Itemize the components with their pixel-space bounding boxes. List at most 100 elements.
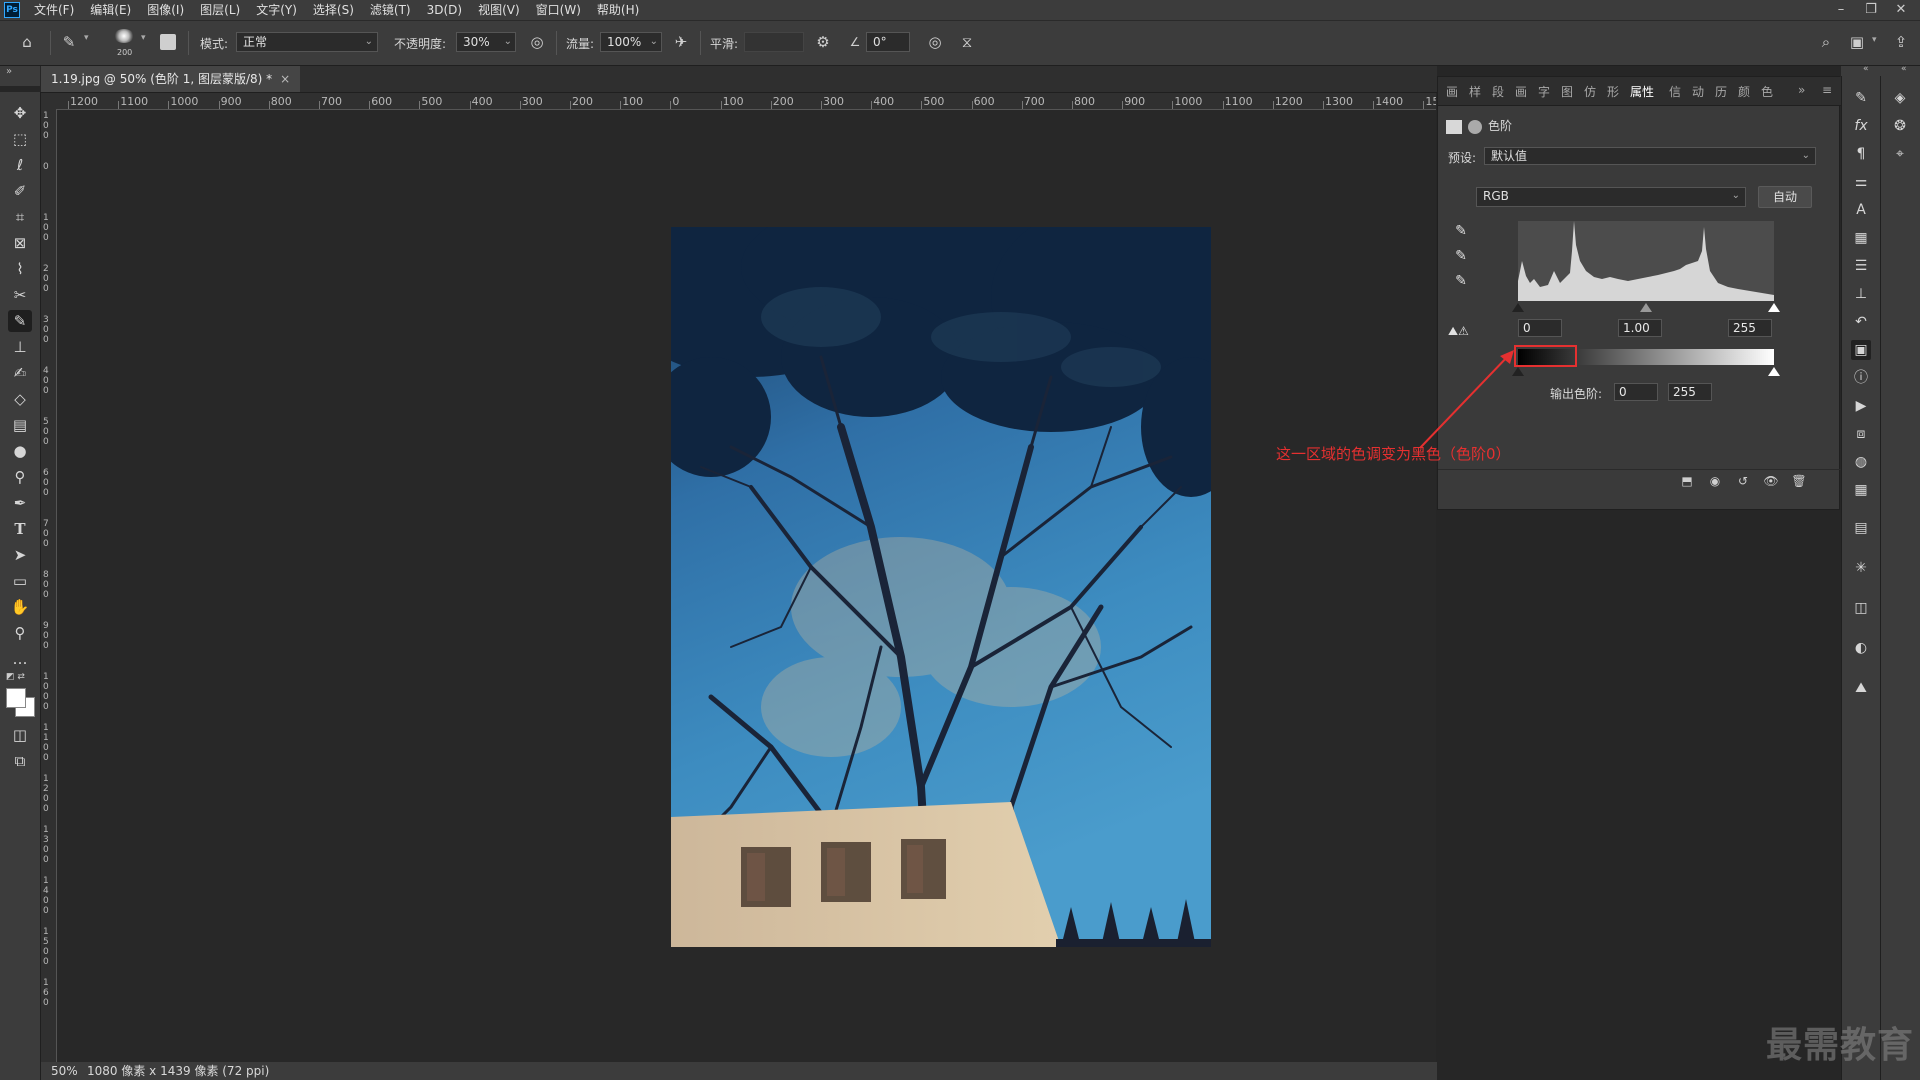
healing-icon[interactable]: ✂	[8, 284, 32, 306]
pen-icon[interactable]: ✒	[8, 492, 32, 514]
hand-icon[interactable]: ✋	[8, 596, 32, 618]
layers-icon[interactable]: ◈	[1890, 88, 1910, 108]
input-black-slider[interactable]	[1512, 303, 1524, 312]
output-black-field[interactable]: 0	[1614, 383, 1658, 401]
stamp-icon[interactable]: ⊥	[8, 336, 32, 358]
panel-menu-icon[interactable]: ≡	[1822, 83, 1832, 97]
clip-to-layer-icon[interactable]: ⬒	[1678, 474, 1696, 490]
tab-history[interactable]: 历	[1715, 83, 1727, 100]
gear-icon[interactable]: ⚙	[812, 31, 834, 53]
search-icon[interactable]: ⌕	[1815, 31, 1837, 53]
share-icon[interactable]: ⇪	[1890, 31, 1912, 53]
glyphs-icon[interactable]: ▦	[1851, 228, 1871, 248]
quick-mask-icon[interactable]: ◫	[8, 724, 32, 746]
minimize-button[interactable]: –	[1826, 0, 1856, 20]
chevron-right-icon[interactable]: »	[1798, 83, 1805, 97]
dropdown-arrow-icon[interactable]: ▾	[1872, 35, 1877, 45]
path-select-icon[interactable]: ➤	[8, 544, 32, 566]
history-brush-icon[interactable]: ✍	[8, 362, 32, 384]
output-white-field[interactable]: 255	[1668, 383, 1712, 401]
lasso-icon[interactable]: ℓ	[8, 154, 32, 176]
ruler-origin[interactable]	[41, 93, 56, 109]
tab-character[interactable]: 字	[1538, 83, 1550, 100]
info-icon[interactable]: ⓘ	[1851, 368, 1871, 388]
adjustments-icon[interactable]: ◐	[1851, 638, 1871, 658]
tab-shapes[interactable]: 形	[1607, 83, 1619, 100]
dodge-icon[interactable]: ⚲	[8, 466, 32, 488]
menu-view[interactable]: 视图(V)	[470, 0, 528, 20]
home-icon[interactable]: ⌂	[16, 31, 38, 53]
input-gamma-slider[interactable]	[1640, 303, 1652, 312]
dropdown-arrow-icon[interactable]: ▾	[84, 33, 89, 43]
workspace-icon[interactable]: ▣	[1846, 31, 1868, 53]
airbrush-icon[interactable]: ✈	[670, 31, 692, 53]
reset-icon[interactable]: ↺	[1734, 474, 1752, 490]
chevron-left-icon[interactable]: «	[1901, 64, 1907, 74]
input-white-slider[interactable]	[1768, 303, 1780, 312]
paragraph-icon[interactable]: ¶	[1851, 144, 1871, 164]
actions-icon[interactable]: ▶	[1851, 396, 1871, 416]
pressure-opacity-icon[interactable]: ◎	[526, 31, 548, 53]
adjust-icon[interactable]: fx	[1851, 116, 1871, 136]
brush-icon[interactable]: ✎	[8, 310, 32, 332]
brush-tool-preset-icon[interactable]: ✎	[58, 31, 80, 53]
eraser-icon[interactable]: ◇	[8, 388, 32, 410]
auto-button[interactable]: 自动	[1758, 186, 1812, 208]
properties-icon[interactable]: ▣	[1851, 340, 1871, 360]
menu-image[interactable]: 图像(I)	[139, 0, 192, 20]
table-icon[interactable]: ▦	[1851, 480, 1871, 500]
vertical-ruler[interactable]: 100 0 100 200 300 400 500 600 700 800 900 1000 1100 1…	[41, 109, 57, 1070]
pressure-size-icon[interactable]: ◎	[924, 31, 946, 53]
visibility-icon[interactable]: 👁	[1762, 474, 1780, 490]
crop-icon[interactable]: ⌗	[8, 206, 32, 228]
chevron-down-icon[interactable]: ⌄	[650, 33, 658, 51]
mode-select[interactable]: 正常 ⌄	[236, 32, 378, 52]
zoom-level[interactable]: 50%	[51, 1062, 78, 1080]
brush-settings-icon[interactable]: ✎	[1851, 88, 1871, 108]
input-gamma-field[interactable]: 1.00	[1618, 319, 1662, 337]
opacity-input[interactable]: 30% ⌄	[456, 32, 516, 52]
marquee-icon[interactable]: ⬚	[8, 128, 32, 150]
input-white-field[interactable]: 255	[1728, 319, 1772, 337]
chevron-down-icon[interactable]: ⌄	[504, 33, 512, 51]
menu-layer[interactable]: 图层(L)	[192, 0, 248, 20]
channels-adjust-icon[interactable]: ⚌	[1851, 172, 1871, 192]
menu-help[interactable]: 帮助(H)	[589, 0, 647, 20]
document-photo[interactable]	[671, 227, 1211, 947]
angle-input[interactable]: 0°	[866, 32, 910, 52]
stamp-preset-icon[interactable]: ⊥	[1851, 284, 1871, 304]
history-icon[interactable]: ↶	[1851, 312, 1871, 332]
move-icon[interactable]: ✥	[8, 102, 32, 124]
tab-swatches[interactable]: 颜	[1738, 83, 1750, 100]
notes-icon[interactable]: ▤	[1851, 518, 1871, 538]
tab-color[interactable]: 色	[1761, 83, 1773, 100]
channel-select[interactable]: RGB ⌄	[1476, 187, 1746, 207]
tab-actions[interactable]: 动	[1692, 83, 1704, 100]
tab-clone-source[interactable]: 仿	[1584, 83, 1596, 100]
type-icon[interactable]: T	[8, 518, 32, 540]
toolbar-collapse[interactable]: »	[0, 66, 40, 86]
symmetry-icon[interactable]: ⧖	[956, 31, 978, 53]
paths-icon[interactable]: ⧈	[1851, 424, 1871, 444]
screen-mode-icon[interactable]: ⧉	[8, 750, 32, 772]
menu-3d[interactable]: 3D(D)	[419, 0, 470, 20]
histogram-icon[interactable]: ⛰	[1851, 678, 1871, 698]
white-point-eyedropper-icon[interactable]: ✎	[1452, 273, 1470, 291]
zoom-icon[interactable]: ⚲	[8, 622, 32, 644]
close-icon[interactable]: ×	[280, 72, 290, 86]
flow-input[interactable]: 100% ⌄	[600, 32, 662, 52]
menu-filter[interactable]: 滤镜(T)	[362, 0, 419, 20]
tab-brush-settings[interactable]: 画	[1515, 83, 1527, 100]
preset-select[interactable]: 默认值 ⌄	[1484, 147, 1816, 165]
channels-icon[interactable]: ❂	[1890, 116, 1910, 136]
eyedropper-icon[interactable]: ⌇	[8, 258, 32, 280]
close-window-button[interactable]: ✕	[1886, 0, 1916, 20]
asterisk-icon[interactable]: ✳	[1851, 558, 1871, 578]
frame-icon[interactable]: ⊠	[8, 232, 32, 254]
gradient-icon[interactable]: ▤	[8, 414, 32, 436]
rectangle-icon[interactable]: ▭	[8, 570, 32, 592]
clipping-warning-icon[interactable]: ⛰⚠	[1448, 324, 1469, 339]
document-tab[interactable]: 1.19.jpg @ 50% (色阶 1, 图层蒙版/8) * ×	[41, 66, 301, 92]
mask-icon[interactable]	[1468, 119, 1482, 134]
quick-select-icon[interactable]: ✐	[8, 180, 32, 202]
